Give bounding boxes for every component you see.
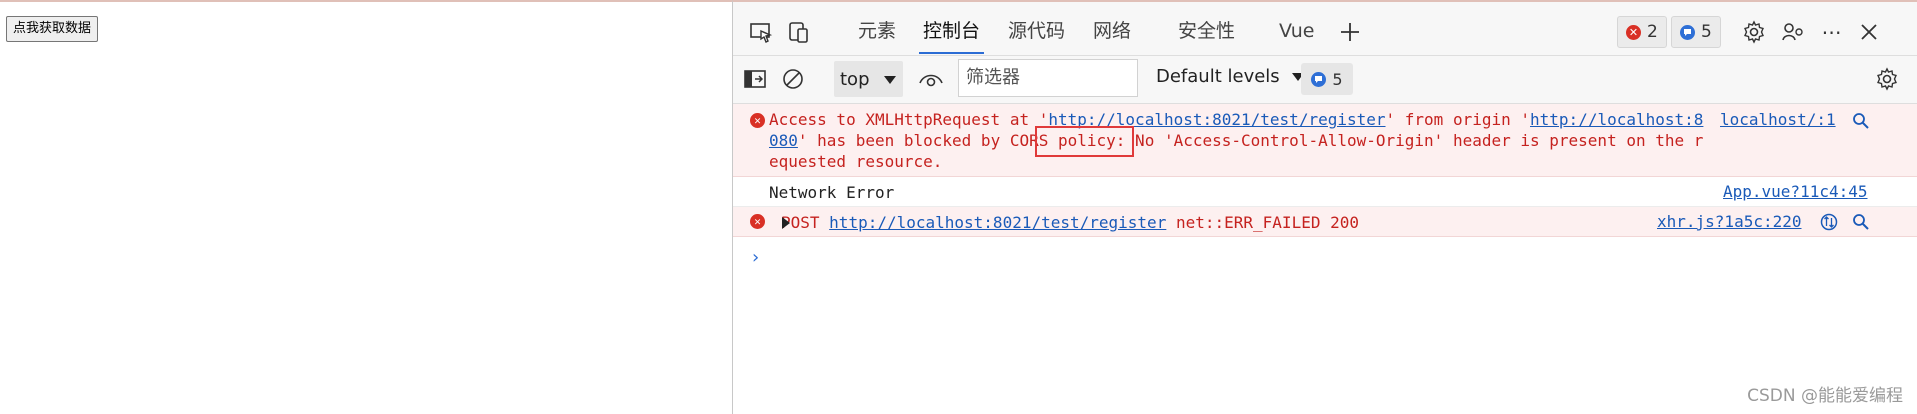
tab-security[interactable]: 安全性	[1178, 16, 1235, 54]
cors-policy-highlight-box	[1035, 126, 1134, 157]
live-expression-eye-icon[interactable]	[917, 65, 945, 93]
console-filter-input[interactable]: 筛选器	[958, 59, 1138, 97]
clear-console-icon[interactable]	[779, 65, 807, 93]
console-message-count-button[interactable]: 5	[1301, 63, 1353, 95]
message-count: 5	[1701, 22, 1712, 42]
request-status: net::ERR_FAILED 200	[1175, 213, 1359, 232]
message-icon	[1680, 24, 1695, 40]
console-prompt-chevron-icon[interactable]: ›	[750, 247, 761, 268]
console-message-network-error: Network Error App.vue?11c4:45	[733, 177, 1917, 207]
console-toolbar: top 筛选器 Default levels 5	[733, 56, 1917, 104]
cors-error-text-part: ' has been blocked by CORS policy: No 'A…	[769, 131, 1704, 171]
network-request-icon[interactable]	[1820, 213, 1838, 231]
error-count-badge[interactable]: ✕ 2	[1617, 16, 1667, 48]
error-icon: ✕	[750, 214, 765, 229]
context-label: top	[840, 68, 870, 90]
post-error-line: POST http://localhost:8021/test/register…	[769, 207, 1741, 237]
more-options-icon[interactable]: ⋯	[1818, 18, 1846, 46]
error-icon: ✕	[1626, 24, 1641, 40]
caret-down-icon	[883, 69, 896, 90]
fetch-data-button[interactable]: 点我获取数据	[6, 16, 99, 42]
tab-sources[interactable]: 源代码	[1008, 16, 1065, 54]
console-message-count: 5	[1332, 69, 1343, 89]
network-error-text: Network Error	[769, 183, 895, 202]
devtools-panel: 元素 控制台 源代码 网络 安全性 Vue ✕ 2 5 ⋯ top 筛选器 De…	[732, 0, 1917, 414]
tab-console[interactable]: 控制台	[919, 16, 985, 54]
tab-elements[interactable]: 元素	[858, 16, 896, 54]
console-settings-gear-icon[interactable]	[1873, 65, 1901, 93]
tab-network[interactable]: 网络	[1093, 16, 1131, 54]
context-selector[interactable]: top	[834, 61, 903, 97]
connected-devices-icon[interactable]	[1779, 18, 1807, 46]
sidebar-toggle-icon[interactable]	[741, 65, 769, 93]
add-tab-icon[interactable]	[1336, 18, 1364, 46]
source-link[interactable]: xhr.js?1a5c:220	[1657, 212, 1802, 231]
page-viewport: 点我获取数据	[0, 0, 732, 414]
error-count: 2	[1647, 22, 1658, 42]
device-emulation-icon[interactable]	[785, 18, 813, 46]
source-link[interactable]: localhost/:1	[1720, 110, 1836, 129]
console-message-post-error: ✕ POST http://localhost:8021/test/regist…	[733, 207, 1917, 237]
message-count-badge[interactable]: 5	[1671, 16, 1721, 48]
error-icon: ✕	[750, 113, 765, 128]
log-levels-label: Default levels	[1156, 66, 1280, 87]
close-icon[interactable]	[1855, 18, 1883, 46]
search-icon[interactable]	[1852, 213, 1870, 231]
log-levels-dropdown[interactable]: Default levels	[1156, 66, 1304, 87]
search-icon[interactable]	[1852, 112, 1870, 130]
source-link[interactable]: App.vue?11c4:45	[1723, 182, 1868, 201]
cors-error-text-part: ' from origin '	[1385, 110, 1531, 129]
expand-triangle-icon[interactable]	[781, 213, 791, 234]
request-url-link[interactable]: http://localhost:8021/test/register	[829, 213, 1166, 232]
tab-vue[interactable]: Vue	[1279, 16, 1314, 54]
cors-error-text-part: Access to XMLHttpRequest at '	[769, 110, 1049, 129]
message-icon	[1311, 71, 1327, 87]
inspect-element-icon[interactable]	[747, 18, 775, 46]
watermark: CSDN @能能爱编程	[1747, 386, 1903, 406]
console-message-cors-error: ✕ Access to XMLHttpRequest at 'http://lo…	[733, 104, 1917, 177]
cors-error-text: Access to XMLHttpRequest at 'http://loca…	[769, 104, 1707, 176]
devtools-tabbar: 元素 控制台 源代码 网络 安全性 Vue ✕ 2 5 ⋯	[733, 2, 1917, 56]
settings-gear-icon[interactable]	[1740, 18, 1768, 46]
console-messages: ✕ Access to XMLHttpRequest at 'http://lo…	[733, 104, 1917, 237]
